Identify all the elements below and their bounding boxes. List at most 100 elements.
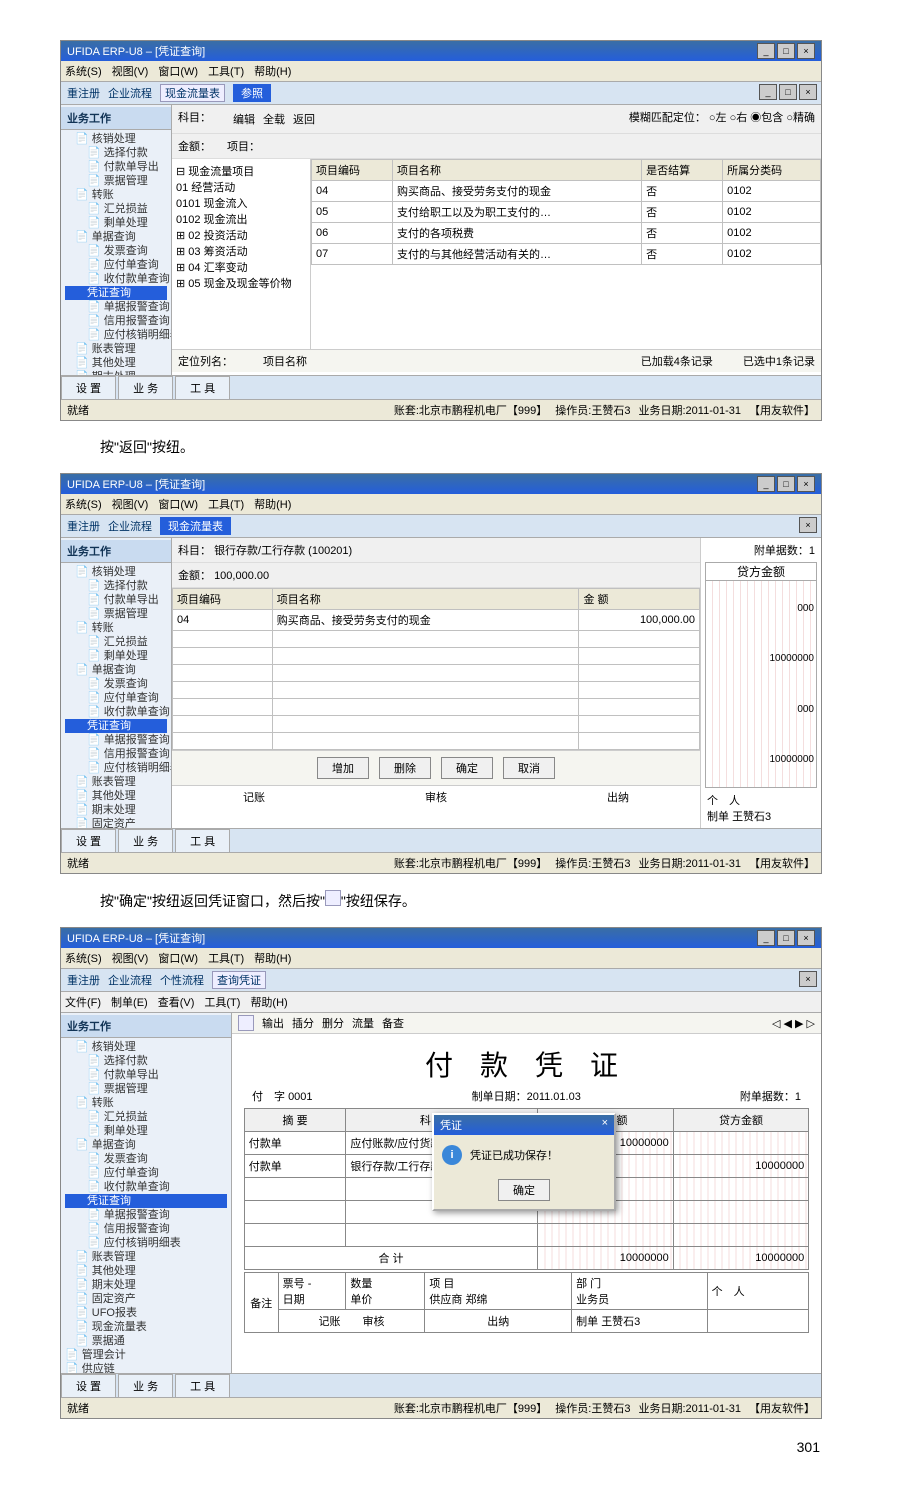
- maximize-button[interactable]: □: [777, 43, 795, 59]
- m-tool3[interactable]: 工具(T): [208, 950, 244, 966]
- cashflow-grid[interactable]: 项目编码 项目名称 金 额 04 购买商品、接受劳务支付的现金 100,000.…: [172, 588, 700, 750]
- query-tab[interactable]: 查询凭证: [212, 971, 266, 989]
- tree-item[interactable]: 📄 发票查询: [65, 1152, 227, 1166]
- tab-cashflow2[interactable]: 现金流量表: [160, 517, 231, 535]
- edit-button[interactable]: 编辑: [233, 111, 255, 127]
- tb-flow[interactable]: 流量: [352, 1015, 374, 1031]
- menu-window[interactable]: 窗口(W): [158, 63, 198, 79]
- tree-item[interactable]: 📄 固定资产: [65, 817, 167, 828]
- grid-cell[interactable]: 支付给职工以及为职工支付的…: [393, 202, 642, 223]
- close3[interactable]: ×: [797, 930, 815, 946]
- m-sys2[interactable]: 系统(S): [65, 496, 102, 512]
- tree-item[interactable]: 📄 单据查询: [65, 1138, 227, 1152]
- cashflow-tree-item[interactable]: 0102 现金流出: [176, 211, 306, 227]
- tree-item[interactable]: 📄 供应链: [65, 1362, 227, 1373]
- cashflow-tree-item[interactable]: ⊞ 05 现金及现金等价物: [176, 275, 306, 291]
- flow2[interactable]: 企业流程: [108, 518, 152, 534]
- tree-item[interactable]: 📄 单据报警查询: [65, 733, 167, 747]
- minimize-button[interactable]: _: [757, 43, 775, 59]
- tree-item[interactable]: 📄 账表管理: [65, 1250, 227, 1264]
- cashflow-tree[interactable]: ⊟ 现金流量项目 01 经营活动 0101 现金流入 0102 现金流出⊞ 02…: [172, 159, 311, 349]
- tree-item[interactable]: 📄 票据管理: [65, 174, 167, 188]
- all-button[interactable]: 全载: [263, 111, 285, 127]
- grid-cell[interactable]: 否: [642, 181, 723, 202]
- cashflow-tree-item[interactable]: 0101 现金流入: [176, 195, 306, 211]
- sm-make[interactable]: 制单(E): [111, 994, 148, 1010]
- tree-item[interactable]: 📄 汇兑损益: [65, 1110, 227, 1124]
- tree-item[interactable]: 📄 应付单查询: [65, 691, 167, 705]
- tree-item[interactable]: 📄 选择付款: [65, 146, 167, 160]
- grid-cell[interactable]: 05: [312, 202, 393, 223]
- tab-cashflow[interactable]: 现金流量表: [160, 84, 225, 102]
- tree-item[interactable]: 📄 应付单查询: [65, 258, 167, 272]
- tree-item[interactable]: 凭证查询: [65, 286, 167, 300]
- max3[interactable]: □: [777, 930, 795, 946]
- tree-item[interactable]: 凭证查询: [65, 719, 167, 733]
- grid-cell[interactable]: 0102: [723, 202, 821, 223]
- bt-set2[interactable]: 设 置: [61, 829, 116, 852]
- menu-view[interactable]: 视图(V): [112, 63, 149, 79]
- grid-cell[interactable]: 04: [312, 181, 393, 202]
- nav-tree-2[interactable]: 📄 核销处理📄 选择付款📄 付款单导出📄 票据管理📄 转账📄 汇兑损益📄 剩单处…: [61, 563, 171, 828]
- grid-cell[interactable]: 0102: [723, 244, 821, 265]
- tree-item[interactable]: 📄 其他处理: [65, 356, 167, 370]
- tree-item[interactable]: 📄 票据管理: [65, 1082, 227, 1096]
- tree-item[interactable]: 📄 剩单处理: [65, 1124, 227, 1138]
- save-icon-tb[interactable]: [238, 1015, 254, 1031]
- tree-item[interactable]: 📄 票据通: [65, 1334, 227, 1348]
- max2[interactable]: □: [777, 476, 795, 492]
- bt-set3[interactable]: 设 置: [61, 1374, 116, 1397]
- inner-min[interactable]: _: [759, 84, 777, 100]
- inner-close3[interactable]: ×: [799, 971, 817, 987]
- m-tool2[interactable]: 工具(T): [208, 496, 244, 512]
- cashflow-tree-item[interactable]: ⊟ 现金流量项目: [176, 163, 306, 179]
- tree-item[interactable]: 📄 转账: [65, 188, 167, 202]
- tree-item[interactable]: 📄 转账: [65, 1096, 227, 1110]
- match-exact[interactable]: 精确: [793, 112, 815, 124]
- tree-item[interactable]: 📄 应付核销明细表: [65, 1236, 227, 1250]
- tree-item[interactable]: 📄 信用报警查询: [65, 1222, 227, 1236]
- tree-item[interactable]: 📄 付款单导出: [65, 1068, 227, 1082]
- m-help2[interactable]: 帮助(H): [254, 496, 291, 512]
- ref-grid[interactable]: 项目编码项目名称是否结算所属分类码 04购买商品、接受劳务支付的现金否01020…: [311, 159, 821, 265]
- mb-ok-button[interactable]: 确定: [498, 1179, 550, 1201]
- m-win2[interactable]: 窗口(W): [158, 496, 198, 512]
- bt-bus3[interactable]: 业 务: [118, 1374, 173, 1397]
- tree-item[interactable]: 📄 发票查询: [65, 244, 167, 258]
- tree-item[interactable]: 📄 核销处理: [65, 565, 167, 579]
- r-name[interactable]: 购买商品、接受劳务支付的现金: [272, 610, 579, 631]
- tree-item[interactable]: 📄 管理会计: [65, 1348, 227, 1362]
- tree-item[interactable]: 📄 收付款单查询: [65, 705, 167, 719]
- tb-insert[interactable]: 插分: [292, 1015, 314, 1031]
- tree-item[interactable]: 📄 其他处理: [65, 789, 167, 803]
- tab-settings[interactable]: 设 置: [61, 376, 116, 399]
- bt-bus2[interactable]: 业 务: [118, 829, 173, 852]
- tree-item[interactable]: 📄 核销处理: [65, 1040, 227, 1054]
- tree-item[interactable]: 📄 付款单导出: [65, 160, 167, 174]
- ok-button[interactable]: 确定: [441, 757, 493, 779]
- cancel-button[interactable]: 取消: [503, 757, 555, 779]
- nav-tree[interactable]: 📄 核销处理📄 选择付款📄 付款单导出📄 票据管理📄 转账📄 汇兑损益📄 剩单处…: [61, 130, 171, 375]
- tree-item[interactable]: 📄 汇兑损益: [65, 635, 167, 649]
- tree-item[interactable]: 📄 选择付款: [65, 1054, 227, 1068]
- tab-tools[interactable]: 工 具: [175, 376, 230, 399]
- sm-view[interactable]: 查看(V): [158, 994, 195, 1010]
- tree-item[interactable]: 📄 应付核销明细表: [65, 328, 167, 342]
- rereg3[interactable]: 重注册: [67, 972, 100, 988]
- tree-item[interactable]: 📄 单据查询: [65, 230, 167, 244]
- inner-close2[interactable]: ×: [799, 517, 817, 533]
- tree-item[interactable]: 📄 账表管理: [65, 342, 167, 356]
- close-button[interactable]: ×: [797, 43, 815, 59]
- tb-output[interactable]: 输出: [262, 1015, 284, 1031]
- cashflow-tree-item[interactable]: ⊞ 02 投资活动: [176, 227, 306, 243]
- tree-item[interactable]: 📄 票据管理: [65, 607, 167, 621]
- sm-tool[interactable]: 工具(T): [204, 994, 240, 1010]
- tree-item[interactable]: 📄 期末处理: [65, 803, 167, 817]
- return-button[interactable]: 返回: [293, 111, 315, 127]
- match-left[interactable]: 左: [716, 112, 727, 124]
- grid-cell[interactable]: 否: [642, 223, 723, 244]
- tb-delete[interactable]: 删分: [322, 1015, 344, 1031]
- inner-max[interactable]: □: [779, 84, 797, 100]
- tree-item[interactable]: 📄 核销处理: [65, 132, 167, 146]
- enterprise-flow[interactable]: 企业流程: [108, 85, 152, 101]
